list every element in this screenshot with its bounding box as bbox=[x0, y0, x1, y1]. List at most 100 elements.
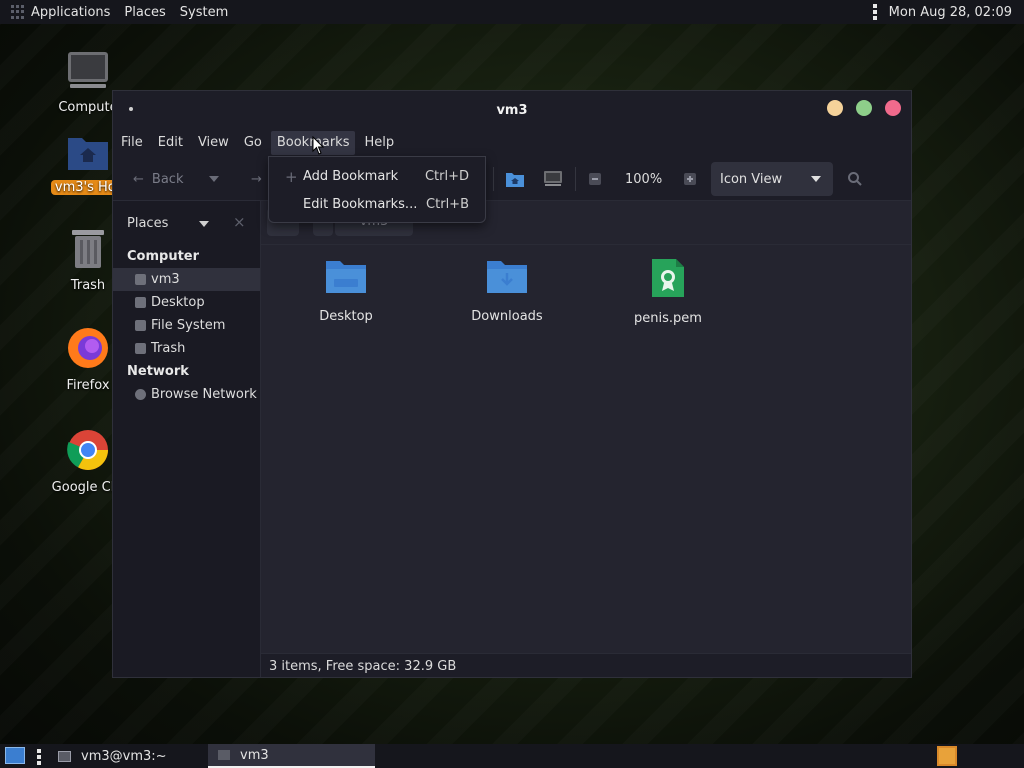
chevron-down-icon bbox=[811, 176, 821, 182]
window-title: vm3 bbox=[496, 102, 528, 118]
file-item[interactable]: Downloads bbox=[446, 257, 568, 324]
mouse-cursor-icon bbox=[312, 136, 325, 155]
sidebar-item-label: File System bbox=[151, 318, 226, 333]
arrow-right-icon: → bbox=[251, 171, 262, 187]
file-name: penis.pem bbox=[634, 311, 702, 326]
sidebar-item-vm3[interactable]: vm3 bbox=[113, 268, 260, 291]
view-mode-label: Icon View bbox=[720, 171, 783, 187]
search-button[interactable] bbox=[847, 157, 863, 201]
menu-edit[interactable]: Edit bbox=[152, 131, 189, 155]
desktop-icon bbox=[135, 297, 146, 308]
view-mode-select[interactable]: Icon View bbox=[711, 162, 833, 196]
menu-applications[interactable]: Applications bbox=[31, 5, 110, 20]
trash-icon bbox=[135, 343, 146, 354]
close-sidebar-icon[interactable]: × bbox=[233, 213, 246, 231]
file-item[interactable]: penis.pem bbox=[607, 257, 729, 326]
home-button[interactable] bbox=[505, 157, 525, 201]
sidebar-section-network: Network bbox=[127, 364, 189, 379]
close-button[interactable] bbox=[885, 100, 901, 116]
search-icon bbox=[848, 172, 862, 186]
zoom-in-button[interactable] bbox=[684, 157, 696, 201]
show-desktop-icon[interactable] bbox=[5, 747, 25, 764]
home-folder-icon bbox=[68, 138, 108, 170]
sidebar-item-desktop[interactable]: Desktop bbox=[113, 291, 260, 314]
menu-places[interactable]: Places bbox=[124, 5, 165, 20]
clock[interactable]: Mon Aug 28, 02:09 bbox=[889, 5, 1012, 20]
bottom-panel: vm3@vm3:~ vm3 bbox=[0, 744, 1024, 768]
home-icon bbox=[218, 750, 230, 760]
menu-item-accelerator: Ctrl+B bbox=[426, 197, 469, 212]
menu-system[interactable]: System bbox=[180, 5, 228, 20]
back-history-dropdown[interactable] bbox=[209, 157, 219, 201]
sidebar-item-label: Browse Network bbox=[151, 387, 257, 402]
menubar: File Edit View Go Bookmarks Help bbox=[113, 129, 911, 157]
window-menu-icon[interactable] bbox=[129, 107, 133, 111]
file-name: Desktop bbox=[319, 309, 373, 324]
menu-item-add-bookmark[interactable]: + Add Bookmark Ctrl+D bbox=[269, 163, 485, 191]
sidebar: Places × Computer vm3 Desktop File Syste… bbox=[113, 201, 261, 677]
top-panel: Applications Places System Mon Aug 28, 0… bbox=[0, 0, 1024, 24]
sidebar-item-trash[interactable]: Trash bbox=[113, 337, 260, 360]
window-titlebar[interactable]: vm3 bbox=[113, 91, 911, 129]
menu-item-accelerator: Ctrl+D bbox=[424, 169, 469, 184]
certificate-icon bbox=[652, 259, 684, 297]
maximize-button[interactable] bbox=[856, 100, 872, 116]
panel-handle-icon[interactable] bbox=[37, 749, 41, 765]
sidebar-item-browse-network[interactable]: Browse Network bbox=[113, 383, 260, 406]
home-icon bbox=[135, 274, 146, 285]
status-bar: 3 items, Free space: 32.9 GB bbox=[261, 653, 911, 677]
arrow-left-icon: ← bbox=[133, 171, 144, 187]
back-button[interactable]: ← Back bbox=[133, 157, 183, 201]
computer-button[interactable] bbox=[543, 157, 563, 201]
plus-icon: + bbox=[285, 168, 298, 186]
sidebar-item-label: Desktop bbox=[151, 295, 205, 310]
zoom-level[interactable]: 100% bbox=[625, 157, 662, 201]
zoom-out-button[interactable] bbox=[589, 157, 601, 201]
sidebar-item-file-system[interactable]: File System bbox=[113, 314, 260, 337]
toolbar: ← Back → 100% Icon View bbox=[113, 157, 911, 201]
menu-file[interactable]: File bbox=[115, 131, 149, 155]
computer-icon bbox=[544, 171, 562, 186]
toolbar-separator bbox=[493, 167, 494, 191]
menu-item-edit-bookmarks[interactable]: Edit Bookmarks... Ctrl+B bbox=[269, 191, 485, 219]
trash-icon bbox=[72, 230, 104, 268]
task-file-manager[interactable]: vm3 bbox=[208, 744, 375, 768]
task-label: vm3 bbox=[240, 747, 269, 763]
menu-item-label: Edit Bookmarks... bbox=[303, 197, 418, 212]
menu-help[interactable]: Help bbox=[358, 131, 400, 155]
bookmarks-menu: + Add Bookmark Ctrl+D Edit Bookmarks... … bbox=[268, 156, 486, 223]
computer-icon bbox=[68, 52, 108, 88]
folder-icon bbox=[326, 261, 366, 293]
toolbar-separator bbox=[575, 167, 576, 191]
sidebar-header-label: Places bbox=[127, 215, 169, 231]
task-label: vm3@vm3:~ bbox=[81, 748, 167, 764]
file-view: Desktop Downloads penis.pem bbox=[261, 245, 911, 653]
menu-item-label: Add Bookmark bbox=[303, 169, 399, 184]
plus-icon bbox=[684, 173, 696, 185]
sidebar-section-computer: Computer bbox=[127, 249, 200, 264]
minus-icon bbox=[589, 173, 601, 185]
menu-go[interactable]: Go bbox=[238, 131, 268, 155]
chevron-down-icon bbox=[199, 221, 209, 227]
chevron-down-icon bbox=[209, 176, 219, 182]
minimize-button[interactable] bbox=[827, 100, 843, 116]
terminal-icon bbox=[58, 750, 71, 762]
apps-grid-icon[interactable] bbox=[11, 5, 25, 19]
menu-view[interactable]: View bbox=[192, 131, 235, 155]
firefox-icon bbox=[68, 328, 108, 368]
sidebar-item-label: vm3 bbox=[151, 272, 180, 287]
back-label: Back bbox=[151, 171, 184, 187]
sidebar-item-label: Trash bbox=[151, 341, 186, 356]
forward-button[interactable]: → bbox=[251, 157, 262, 201]
sidebar-header[interactable]: Places × bbox=[113, 201, 260, 245]
panel-menu-icon[interactable] bbox=[872, 4, 877, 20]
file-manager-window: vm3 File Edit View Go Bookmarks Help ← B… bbox=[112, 90, 912, 678]
chrome-icon bbox=[67, 430, 108, 470]
file-name: Downloads bbox=[471, 309, 543, 324]
download-folder-icon bbox=[487, 261, 527, 293]
file-item[interactable]: Desktop bbox=[285, 257, 407, 324]
task-terminal[interactable]: vm3@vm3:~ bbox=[50, 744, 175, 768]
home-folder-icon bbox=[506, 173, 524, 187]
workspace-switcher[interactable] bbox=[937, 746, 957, 766]
network-icon bbox=[135, 389, 146, 400]
